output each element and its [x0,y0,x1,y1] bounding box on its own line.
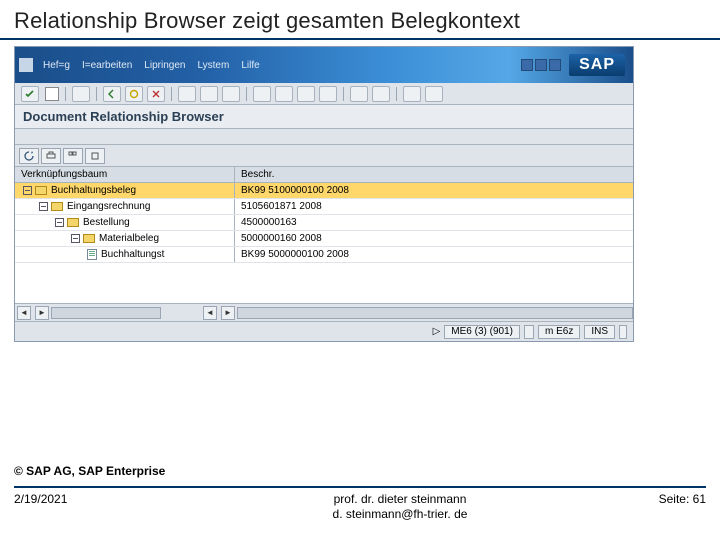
status-bar: ▷ ME6 (3) (901) m E6z INS [15,321,633,341]
exit-icon[interactable] [125,86,143,102]
status-icon [524,325,534,339]
separator [343,87,344,101]
tree-row[interactable]: Eingangsrechnung 5105601871 2008 [15,199,633,215]
standard-toolbar [15,83,633,105]
sap-window: Hef=g I=earbeiten Lipringen Lystem Lilfe… [14,46,634,342]
tree-desc: BK99 5100000100 2008 [235,183,633,198]
save-icon[interactable] [72,86,90,102]
column-header-tree[interactable]: Verknüpfungsbaum [15,167,235,182]
refresh-icon[interactable] [19,148,39,164]
scroll-right-icon[interactable]: ► [221,306,235,320]
back-icon[interactable] [103,86,121,102]
menu-item[interactable]: Lystem [197,60,229,71]
footer-page: Seite: 61 [586,492,706,506]
menu-item[interactable]: I=earbeiten [82,60,132,71]
copyright-text: © SAP AG, SAP Enterprise [14,464,706,482]
menu-item[interactable]: Hef=g [43,60,70,71]
system-menu-icon[interactable] [19,58,33,72]
layout-menu-icon[interactable] [425,86,443,102]
tree-row[interactable]: Materialbeleg 5000000160 2008 [15,231,633,247]
scroll-left-icon[interactable]: ◄ [17,306,31,320]
folder-icon [67,218,79,227]
separator [171,87,172,101]
status-system: ME6 (3) (901) [444,325,520,339]
separator [96,87,97,101]
tree-desc: 4500000163 [235,215,633,230]
footer-email: d. steinmann@fh-trier. de [214,507,586,522]
first-page-icon[interactable] [253,86,271,102]
tree-label: Eingangsrechnung [67,201,150,212]
screen-title: Document Relationship Browser [15,105,633,129]
tree-grid: Verknüpfungsbaum Beschr. Buchhaltungsbel… [15,167,633,303]
footer-date: 2/19/2021 [14,492,214,506]
column-header-desc[interactable]: Beschr. [235,167,633,182]
sap-logo: SAP [569,54,625,76]
menu-bar: Hef=g I=earbeiten Lipringen Lystem Lilfe [43,60,260,71]
expander-icon[interactable] [39,202,48,211]
tree-row[interactable]: Buchhaltungst BK99 5000000100 2008 [15,247,633,263]
folder-icon [35,186,47,195]
tree-label: Buchhaltungsbeleg [51,185,136,196]
print-icon[interactable] [41,148,61,164]
maximize-icon[interactable] [535,59,547,71]
print-icon[interactable] [178,86,196,102]
separator [396,87,397,101]
titlebar: Hef=g I=earbeiten Lipringen Lystem Lilfe… [15,47,633,83]
command-field[interactable] [45,87,59,101]
grid-header: Verknüpfungsbaum Beschr. [15,167,633,183]
footer-author: prof. dr. dieter steinmann [214,492,586,507]
alv-toolbar [15,145,633,167]
close-icon[interactable] [549,59,561,71]
expand-all-icon[interactable] [63,148,83,164]
expander-icon[interactable] [55,218,64,227]
document-icon [87,249,97,260]
tree-desc: 5105601871 2008 [235,199,633,214]
find-icon[interactable] [200,86,218,102]
collapse-all-icon[interactable] [85,148,105,164]
folder-icon [51,202,63,211]
status-insert-mode: INS [584,325,615,339]
tree-label: Bestellung [83,217,130,228]
folder-icon [83,234,95,243]
tree-desc: 5000000160 2008 [235,231,633,246]
next-page-icon[interactable] [297,86,315,102]
new-session-icon[interactable] [350,86,368,102]
horizontal-scrollbar: ◄ ► ◄ ► [15,303,633,321]
separator [246,87,247,101]
last-page-icon[interactable] [319,86,337,102]
tree-row[interactable]: Buchhaltungsbeleg BK99 5100000100 2008 [15,183,633,199]
scroll-track[interactable] [237,307,633,319]
tree-label: Buchhaltungst [101,249,164,260]
tree-desc: BK99 5000000100 2008 [235,247,633,262]
scroll-track[interactable] [51,307,161,319]
menu-item[interactable]: Lilfe [241,60,259,71]
scroll-right-icon[interactable]: ► [35,306,49,320]
tree-row[interactable]: Bestellung 4500000163 [15,215,633,231]
prev-page-icon[interactable] [275,86,293,102]
shortcut-icon[interactable] [372,86,390,102]
menu-item[interactable]: Lipringen [144,60,185,71]
app-toolbar-spacer [15,129,633,145]
separator [65,87,66,101]
slide-title: Relationship Browser zeigt gesamten Bele… [0,0,720,40]
scroll-left-icon[interactable]: ◄ [203,306,217,320]
expander-icon[interactable] [23,186,32,195]
expander-icon[interactable] [71,234,80,243]
status-resize-icon [619,325,627,339]
tree-label: Materialbeleg [99,233,159,244]
minimize-icon[interactable] [521,59,533,71]
help-icon[interactable] [403,86,421,102]
slide-footer: © SAP AG, SAP Enterprise 2/19/2021 prof.… [0,464,720,522]
ok-code-icon[interactable] [21,86,39,102]
window-controls [521,59,561,71]
find-next-icon[interactable] [222,86,240,102]
cancel-icon[interactable] [147,86,165,102]
status-arrow-icon[interactable]: ▷ [433,326,441,337]
status-host: m E6z [538,325,580,339]
empty-grid-area [15,263,633,303]
